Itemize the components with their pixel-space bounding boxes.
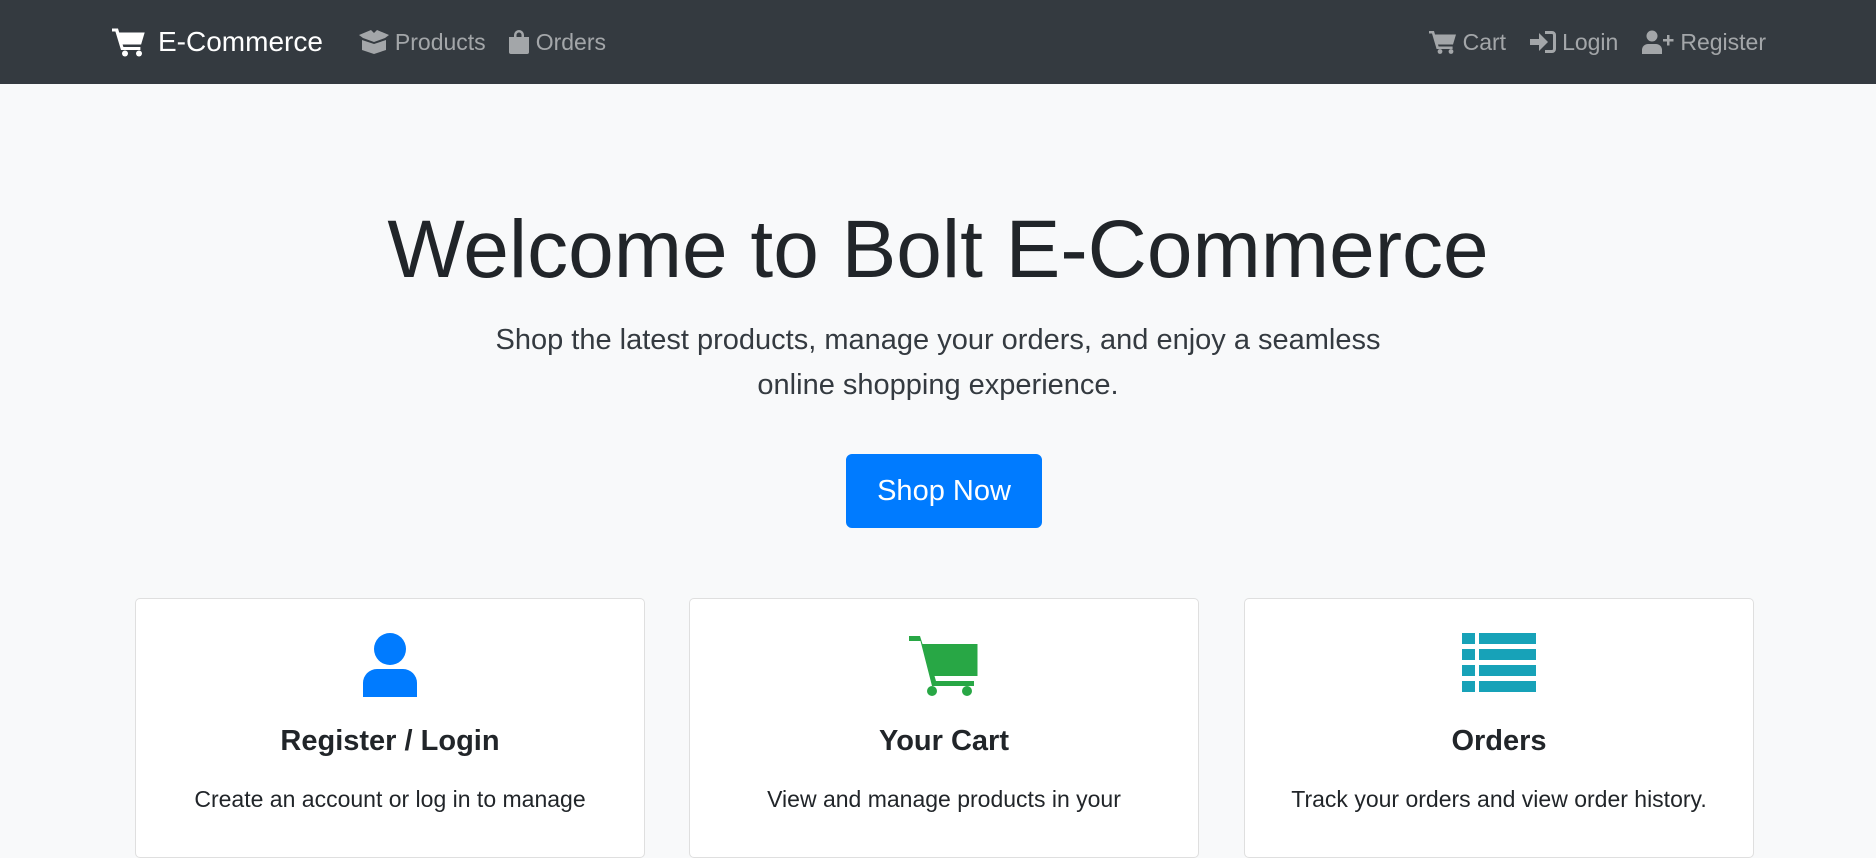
feature-card-your-cart[interactable]: Your Cart View and manage products in yo… <box>689 598 1199 858</box>
nav-link-label: Cart <box>1462 28 1507 55</box>
hero-section: Welcome to Bolt E-Commerce Shop the late… <box>0 84 1876 594</box>
nav-link-label: Login <box>1562 28 1619 55</box>
nav-link-label: Products <box>394 28 486 55</box>
cart-icon <box>909 636 978 696</box>
sign-in-icon <box>1530 31 1557 53</box>
shopping-bag-icon <box>508 30 529 54</box>
hero-subtitle: Shop the latest products, manage your or… <box>495 324 1381 401</box>
feature-card-register-login[interactable]: Register / Login Create an account or lo… <box>135 598 645 858</box>
navbar-container: E-Commerce Products Orders Cart Login Re… <box>112 0 1766 84</box>
nav-link-orders[interactable]: Orders <box>508 29 606 56</box>
nav-link-register[interactable]: Register <box>1642 29 1766 56</box>
navbar-left: E-Commerce Products Orders <box>112 26 628 58</box>
nav-link-products[interactable]: Products <box>358 28 486 56</box>
card-text: Create an account or log in to manage <box>194 786 586 812</box>
card-icon-wrap <box>690 633 1198 697</box>
box-open-icon <box>358 30 389 54</box>
card-icon-wrap <box>136 633 644 697</box>
user-plus-icon <box>1642 30 1674 54</box>
card-title: Orders <box>1451 725 1547 757</box>
brand-link[interactable]: E-Commerce <box>112 26 323 58</box>
navbar-right: Cart Login Register <box>1405 29 1766 56</box>
cart-icon <box>112 28 145 57</box>
list-icon <box>1462 633 1536 692</box>
user-icon <box>363 633 417 697</box>
feature-card-orders[interactable]: Orders Track your orders and view order … <box>1244 598 1754 858</box>
nav-link-login[interactable]: Login <box>1530 29 1618 56</box>
nav-link-label: Orders <box>535 28 606 55</box>
hero-title: Welcome to Bolt E-Commerce <box>387 204 1489 295</box>
nav-link-label: Register <box>1680 28 1766 55</box>
card-text: View and manage products in your <box>767 786 1121 812</box>
card-icon-wrap <box>1245 633 1753 697</box>
brand-name: E-Commerce <box>158 26 323 57</box>
card-title: Your Cart <box>879 725 1009 757</box>
card-title: Register / Login <box>280 725 500 757</box>
shop-now-button[interactable]: Shop Now <box>846 454 1042 528</box>
card-text: Track your orders and view order history… <box>1291 786 1707 812</box>
nav-link-cart[interactable]: Cart <box>1428 28 1507 56</box>
cart-icon <box>1428 31 1456 54</box>
top-navbar: E-Commerce Products Orders Cart Login Re… <box>0 0 1876 84</box>
